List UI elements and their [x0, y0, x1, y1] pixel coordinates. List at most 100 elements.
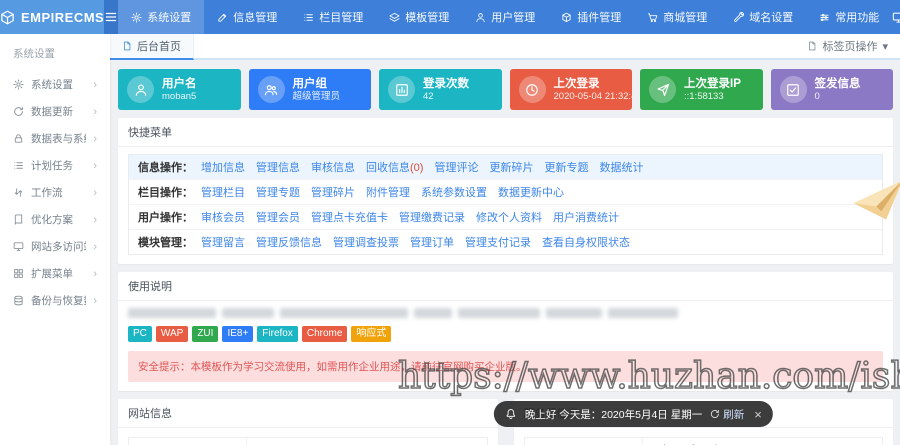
quick-link[interactable]: 更新专题 — [544, 159, 588, 175]
user-icon — [127, 76, 154, 103]
menu-item-system-settings[interactable]: 系统设置 — [118, 0, 205, 34]
quick-link[interactable]: 管理反馈信息 — [256, 234, 322, 250]
menu-label: 栏目管理 — [319, 12, 364, 24]
menu-item-info-management[interactable]: 信息管理 — [204, 0, 290, 34]
badge-wap: WAP — [155, 326, 189, 342]
quick-link[interactable]: 增加信息 — [201, 159, 245, 175]
cart-icon — [647, 12, 658, 23]
chevron-right-icon: › — [93, 132, 97, 145]
user-icon — [475, 12, 486, 23]
toast-close-button[interactable]: × — [754, 407, 762, 422]
quick-link[interactable]: 审核会员 — [201, 209, 245, 225]
quick-link[interactable]: 系统参数设置 — [421, 184, 487, 200]
panel-title: 网站信息 — [118, 399, 498, 428]
menu-item-domain-settings[interactable]: 域名设置 — [720, 0, 806, 34]
table-row: 服务器软件:Microsoft-IIS/7.5 — [525, 438, 883, 445]
quick-link[interactable]: 审核信息 — [311, 159, 355, 175]
quick-link[interactable]: 回收信息(0) — [366, 159, 423, 175]
quick-link[interactable]: 管理调查投票 — [333, 234, 399, 250]
card-last-login[interactable]: 上次登录2020-05-04 21:32:44 — [509, 69, 632, 110]
quick-link[interactable]: 管理评论 — [434, 159, 478, 175]
usage-notes-panel: 使用说明 PC WAP ZUI IE8+ Firefox Chrome 响应式 … — [118, 272, 893, 391]
compatibility-badges: PC WAP ZUI IE8+ Firefox Chrome 响应式 — [128, 326, 883, 342]
edit-icon — [217, 12, 228, 23]
quick-link[interactable]: 管理订单 — [410, 234, 454, 250]
quick-link[interactable]: 管理专题 — [256, 184, 300, 200]
sidebar-item-multi-access[interactable]: 网站多访问端› — [0, 233, 110, 260]
chevron-right-icon: › — [93, 78, 97, 91]
server-info-table: 服务器软件:Microsoft-IIS/7.5 操作系统:WINNT PHP版本… — [523, 437, 883, 445]
card-login-count[interactable]: 登录次数 42 — [379, 69, 502, 110]
menu-item-common-functions[interactable]: 常用功能 — [806, 0, 892, 34]
sliders-icon — [819, 12, 830, 23]
quick-link[interactable]: 管理碎片 — [311, 184, 355, 200]
book-icon — [13, 214, 24, 225]
tab-bar: 后台首页 标签页操作 ▾ — [110, 34, 900, 60]
sidebar-item-optimization[interactable]: 优化方案 › — [0, 206, 110, 233]
main-menu: 系统设置 信息管理 栏目管理 模板管理 用户管理 插件管理 商城管理 域名设置 — [118, 0, 892, 34]
badge-zui: ZUI — [192, 326, 219, 342]
refresh-icon — [13, 106, 24, 117]
tab-backend-home[interactable]: 后台首页 — [110, 34, 194, 60]
toast-refresh-button[interactable]: 刷新 — [710, 407, 744, 422]
menu-item-mall-management[interactable]: 商城管理 — [634, 0, 720, 34]
clock-icon — [518, 76, 546, 103]
quick-menu-panel: 快捷菜单 信息操作： 增加信息 管理信息 审核信息 回收信息(0) 管理评论 更… — [118, 118, 893, 264]
chevron-right-icon: › — [93, 240, 97, 253]
quick-link[interactable]: 管理缴费记录 — [399, 209, 465, 225]
sidebar-item-scheduled-tasks[interactable]: 计划任务 › — [0, 152, 110, 179]
chevron-right-icon: › — [93, 159, 97, 172]
plugin-icon — [561, 12, 572, 23]
layers-icon — [389, 12, 400, 23]
sidebar-toggle-button[interactable] — [104, 0, 119, 34]
menu-item-plugin-management[interactable]: 插件管理 — [548, 0, 634, 34]
quick-row-user-ops: 用户操作： 审核会员 管理会员 管理点卡充值卡 管理缴费记录 修改个人资料 用户… — [129, 204, 882, 229]
brand-logo[interactable]: EMPIRECMS — [0, 0, 105, 34]
quick-link[interactable]: 管理栏目 — [201, 184, 245, 200]
chevron-right-icon: › — [93, 186, 97, 199]
chevron-right-icon: › — [93, 105, 97, 118]
menu-item-user-management[interactable]: 用户管理 — [462, 0, 548, 34]
stat-cards: 用户名 moban5 用户组 超级管理员 登录次数 42 上次登录 2020-05-04… — [118, 69, 893, 110]
quick-link[interactable]: 查看自身权限状态 — [542, 234, 630, 250]
quick-link[interactable]: 数据统计 — [599, 159, 643, 175]
sidebar-item-data-update[interactable]: 数据更新 › — [0, 98, 110, 125]
quick-link[interactable]: 数据更新中心 — [498, 184, 564, 200]
menu-label: 域名设置 — [749, 12, 794, 24]
desktop-icon[interactable] — [892, 11, 900, 24]
card-issued-info[interactable]: 签发信息 0 — [770, 69, 893, 110]
panel-title: 使用说明 — [118, 272, 893, 301]
quick-link[interactable]: 修改个人资料 — [476, 209, 542, 225]
sidebar-item-tables-models[interactable]: 数据表与系统模型› — [0, 125, 110, 152]
quick-link[interactable]: 管理信息 — [256, 159, 300, 175]
lock-icon — [13, 133, 24, 144]
sidebar-item-system-settings[interactable]: 系统设置 › — [0, 71, 110, 98]
quick-link[interactable]: 用户消费统计 — [553, 209, 619, 225]
quick-link[interactable]: 管理点卡充值卡 — [311, 209, 388, 225]
quick-link[interactable]: 附件管理 — [366, 184, 410, 200]
bell-icon — [505, 408, 517, 420]
brand-title: EMPIRECMS — [21, 9, 105, 25]
quick-link[interactable]: 管理会员 — [256, 209, 300, 225]
badge-ie8: IE8+ — [222, 326, 254, 342]
sidebar-item-extended-menu[interactable]: 扩展菜单 › — [0, 260, 110, 287]
check-square-icon — [779, 76, 807, 103]
menu-item-column-management[interactable]: 栏目管理 — [290, 0, 376, 34]
sidebar-item-backup-restore[interactable]: 备份与恢复数据› — [0, 287, 110, 314]
tab-actions-dropdown[interactable]: 标签页操作 ▾ — [795, 34, 900, 58]
panel-title: 快捷菜单 — [118, 118, 893, 147]
menu-label: 信息管理 — [233, 12, 278, 24]
quick-link[interactable]: 管理支付记录 — [465, 234, 531, 250]
quick-link[interactable]: 管理留言 — [201, 234, 245, 250]
card-usergroup[interactable]: 用户组 超级管理员 — [248, 69, 371, 110]
menu-label: 用户管理 — [491, 12, 536, 24]
sidebar-item-workflow[interactable]: 工作流 › — [0, 179, 110, 206]
menu-item-template-management[interactable]: 模板管理 — [376, 0, 462, 34]
recycle-count-badge: (0) — [410, 162, 424, 174]
greeting-text: 晚上好 今天是：2020年5月4日 星期一 — [524, 408, 703, 421]
quick-link[interactable]: 更新碎片 — [489, 159, 533, 175]
quick-row-column-ops: 栏目操作： 管理栏目 管理专题 管理碎片 附件管理 系统参数设置 数据更新中心 — [129, 179, 882, 204]
paper-plane-icon — [649, 76, 676, 103]
card-last-login-ip[interactable]: 上次登录IP::1:58133 — [640, 69, 763, 110]
card-username[interactable]: 用户名 moban5 — [118, 69, 241, 110]
